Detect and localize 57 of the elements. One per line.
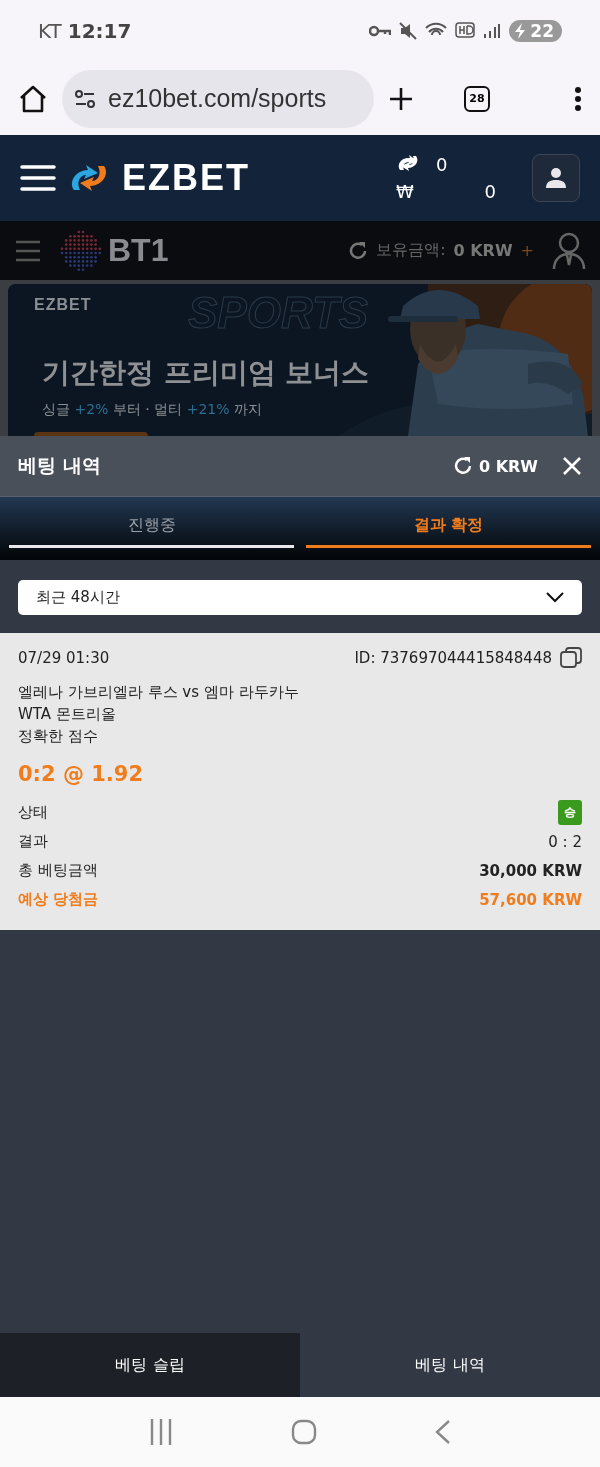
- banner-headline: 기간한정 프리미엄 보너스: [42, 355, 370, 391]
- copy-icon[interactable]: [560, 647, 582, 669]
- new-tab-icon[interactable]: [388, 85, 414, 112]
- url-text: ez10bet.com/sports: [108, 84, 327, 113]
- match-name: 엘레나 가브리엘라 루스 vs 엠마 라두카누: [18, 683, 300, 702]
- tab-count-button[interactable]: 28: [464, 85, 490, 112]
- row-value: 0 : 2: [548, 832, 582, 851]
- mute-icon: [399, 22, 418, 40]
- home-icon[interactable]: [18, 83, 48, 114]
- refresh-icon[interactable]: [348, 240, 369, 261]
- account-button[interactable]: [532, 154, 580, 202]
- row-value: 30,000 KRW: [479, 861, 582, 880]
- tab[interactable]: 베팅 슬립: [0, 1333, 300, 1397]
- balance-amount: 0 KRW: [478, 456, 538, 476]
- bet-id: ID: 737697044415848448: [354, 649, 552, 667]
- refresh-icon[interactable]: [452, 456, 473, 476]
- tab[interactable]: 진행중: [9, 497, 294, 548]
- menu-icon[interactable]: [574, 85, 582, 112]
- banner-brand: EZBET: [34, 296, 92, 314]
- address-bar[interactable]: ez10bet.com/sports: [62, 69, 374, 128]
- back-icon[interactable]: [435, 1419, 451, 1445]
- balance-value: 0: [483, 181, 496, 202]
- row-label: 예상 당첨금: [18, 890, 99, 909]
- balance-amount: 0 KRW: [453, 241, 513, 260]
- row-label: 결과: [18, 832, 48, 851]
- hd-icon: [455, 22, 476, 40]
- site-logo[interactable]: EZBET: [122, 157, 250, 199]
- user-icon[interactable]: [552, 231, 586, 270]
- row-value: 57,600 KRW: [479, 890, 582, 909]
- signal-icon: [483, 23, 502, 39]
- swirl-icon: [396, 154, 420, 172]
- partner-logo[interactable]: BT1: [108, 232, 169, 269]
- row-label: 상태: [18, 803, 48, 822]
- clock: 12:17: [67, 19, 132, 43]
- bet-selection: 0:2 @ 1.92: [18, 762, 145, 786]
- league-name: WTA 몬트리올: [18, 705, 117, 724]
- banner-subline: 싱글 +2% 부터 · 멀티 +21% 까지: [42, 401, 262, 419]
- chevron-down-icon: [546, 592, 564, 603]
- points-value: 0: [436, 154, 449, 175]
- menu-icon[interactable]: [20, 163, 56, 193]
- tab[interactable]: 결과 확정: [306, 497, 591, 548]
- user-icon: [545, 167, 567, 189]
- close-icon[interactable]: [562, 456, 582, 476]
- recent-apps-icon[interactable]: [149, 1417, 173, 1447]
- balance-label: 보유금액:: [376, 240, 446, 261]
- period-dropdown[interactable]: 최근 48시간: [18, 580, 582, 615]
- battery-level: 22: [530, 21, 554, 41]
- sheet-title: 베팅 내역: [18, 453, 101, 478]
- currency-symbol: ₩: [396, 181, 415, 202]
- status-badge: 승: [558, 800, 582, 825]
- bet-date: 07/29 01:30: [18, 649, 110, 667]
- key-icon: [369, 25, 392, 37]
- row-label: 총 베팅금액: [18, 861, 98, 880]
- market-name: 정확한 점수: [18, 727, 99, 746]
- site-settings-icon: [74, 88, 96, 109]
- bolt-icon: [513, 22, 528, 40]
- carrier: KT: [38, 19, 62, 43]
